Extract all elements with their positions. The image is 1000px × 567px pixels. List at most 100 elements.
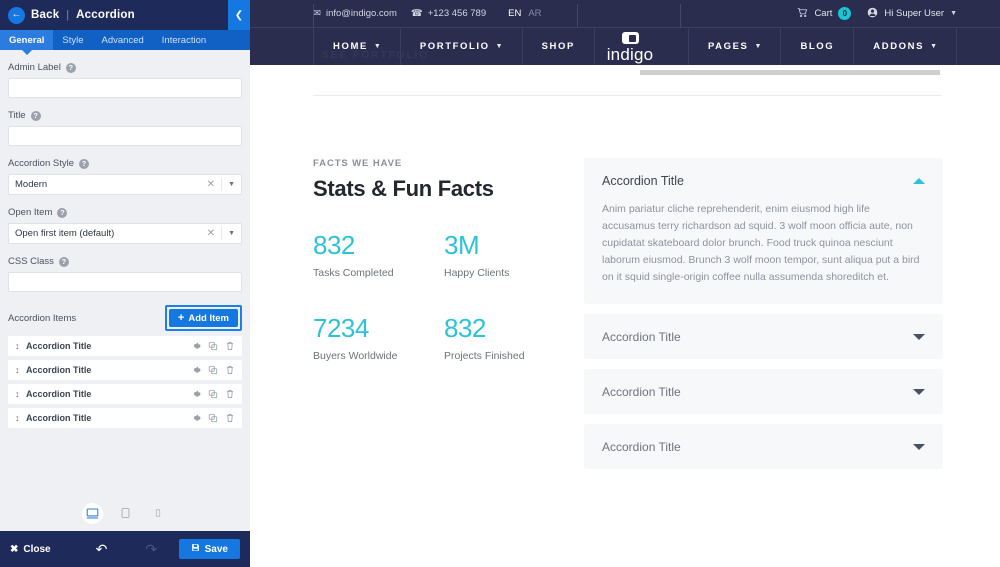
stats-grid: 832 Tasks Completed 3M Happy Clients 723… xyxy=(313,232,575,362)
title-label: Title ? xyxy=(8,110,242,121)
back-arrow-icon[interactable]: ← xyxy=(8,7,25,24)
drag-handle-icon[interactable]: ↕ xyxy=(15,389,26,399)
help-icon[interactable]: ? xyxy=(57,208,67,218)
cart-count-badge: 0 xyxy=(838,7,851,20)
list-item-title: Accordion Title xyxy=(26,341,191,351)
phone-text: +123 456 789 xyxy=(428,8,486,19)
tab-interaction[interactable]: Interaction xyxy=(153,30,215,50)
stat-number: 832 xyxy=(313,232,444,258)
chevron-down-icon[interactable] xyxy=(913,389,925,395)
tablet-icon[interactable] xyxy=(115,503,136,524)
titlebar-separator: | xyxy=(66,9,69,21)
trash-icon[interactable] xyxy=(225,365,235,375)
drag-handle-icon[interactable]: ↕ xyxy=(15,341,26,351)
select-divider xyxy=(221,178,222,191)
email-contact[interactable]: ✉ info@indigo.com xyxy=(313,8,397,19)
list-item[interactable]: ↕ Accordion Title xyxy=(8,336,242,356)
chevron-down-icon[interactable] xyxy=(913,334,925,340)
nav-item-portfolio[interactable]: PORTFOLIO ▼ xyxy=(401,28,523,65)
chevron-left-icon[interactable]: ❮ xyxy=(228,0,250,30)
accordion-title: Accordion Title xyxy=(602,385,681,399)
list-item[interactable]: ↕ Accordion Title xyxy=(8,408,242,428)
duplicate-icon[interactable] xyxy=(208,389,218,399)
stats-heading: Stats & Fun Facts xyxy=(313,176,575,202)
editor-screen: ← Back | Accordion ❮ General Style Advan… xyxy=(0,0,1000,567)
css-class-input[interactable] xyxy=(8,272,242,292)
help-icon[interactable]: ? xyxy=(59,257,69,267)
site-logo[interactable]: indigo xyxy=(578,32,682,65)
logo-text: indigo xyxy=(607,45,654,65)
lang-en[interactable]: EN xyxy=(508,8,521,19)
nav-shop-label: SHOP xyxy=(542,41,575,52)
gear-icon[interactable] xyxy=(191,413,201,423)
close-button[interactable]: ✖ Close xyxy=(10,544,51,555)
floppy-disk-icon xyxy=(191,543,200,555)
open-item-select[interactable]: Open first item (default) ✕ ▼ xyxy=(8,223,242,244)
chevron-down-icon[interactable] xyxy=(913,444,925,450)
help-icon[interactable]: ? xyxy=(79,159,89,169)
chevron-down-icon[interactable]: ▼ xyxy=(228,230,235,237)
main-navigation: SEE PORTFOLIO HOME ▼ PORTFOLIO ▼ SHOP xyxy=(250,27,1000,65)
topbar-divider xyxy=(313,4,314,27)
stat-label: Happy Clients xyxy=(444,267,575,279)
drag-handle-icon[interactable]: ↕ xyxy=(15,365,26,375)
desktop-icon[interactable] xyxy=(82,503,103,524)
accordion-style-select[interactable]: Modern ✕ ▼ xyxy=(8,174,242,195)
phone-contact[interactable]: ☎ +123 456 789 xyxy=(411,8,486,19)
clear-icon[interactable]: ✕ xyxy=(207,228,221,239)
x-icon: ✖ xyxy=(10,544,18,555)
user-menu[interactable]: Hi Super User ▼ xyxy=(867,7,957,21)
accordion-title: Accordion Title xyxy=(602,440,681,454)
chevron-down-icon[interactable]: ▼ xyxy=(228,181,235,188)
mail-icon: ✉ xyxy=(313,8,321,19)
accordion-widget: Accordion Title Anim pariatur cliche rep… xyxy=(584,158,943,479)
mobile-icon[interactable] xyxy=(148,503,169,524)
list-item[interactable]: ↕ Accordion Title xyxy=(8,360,242,380)
trash-icon[interactable] xyxy=(225,341,235,351)
cart-link[interactable]: Cart 0 xyxy=(797,7,851,21)
back-button-label[interactable]: Back xyxy=(31,9,59,21)
lang-ar[interactable]: AR xyxy=(528,8,541,19)
nav-item-home[interactable]: HOME ▼ xyxy=(313,28,401,65)
tab-interaction-label: Interaction xyxy=(162,35,206,46)
duplicate-icon[interactable] xyxy=(208,365,218,375)
save-button-label: Save xyxy=(205,544,228,555)
trash-icon[interactable] xyxy=(225,389,235,399)
accordion-panel-closed[interactable]: Accordion Title xyxy=(584,424,943,469)
gear-icon[interactable] xyxy=(191,389,201,399)
tab-advanced[interactable]: Advanced xyxy=(93,30,153,50)
add-item-button[interactable]: + Add Item xyxy=(169,309,238,327)
duplicate-icon[interactable] xyxy=(208,341,218,351)
admin-label-input[interactable] xyxy=(8,78,242,98)
help-icon[interactable]: ? xyxy=(31,111,41,121)
title-input[interactable] xyxy=(8,126,242,146)
topbar-divider xyxy=(680,4,681,27)
tab-style-label: Style xyxy=(62,35,83,46)
redo-icon[interactable]: ↷ xyxy=(145,541,157,558)
gear-icon[interactable] xyxy=(191,365,201,375)
nav-item-addons[interactable]: ADDONS ▼ xyxy=(854,28,957,65)
nav-home-label: HOME xyxy=(333,41,368,52)
tab-general[interactable]: General xyxy=(0,30,53,50)
tab-style[interactable]: Style xyxy=(53,30,92,50)
nav-item-blog[interactable]: BLOG xyxy=(781,28,854,65)
accordion-panel-closed[interactable]: Accordion Title xyxy=(584,369,943,414)
chevron-up-icon[interactable] xyxy=(913,178,925,184)
gear-icon[interactable] xyxy=(191,341,201,351)
accordion-header[interactable]: Accordion Title xyxy=(602,174,925,188)
trash-icon[interactable] xyxy=(225,413,235,423)
field-admin-label: Admin Label ? xyxy=(8,62,242,98)
duplicate-icon[interactable] xyxy=(208,413,218,423)
drag-handle-icon[interactable]: ↕ xyxy=(15,413,26,423)
clear-icon[interactable]: ✕ xyxy=(207,179,221,190)
nav-item-pages[interactable]: PAGES ▼ xyxy=(688,28,782,65)
field-css-class: CSS Class ? xyxy=(8,256,242,292)
accordion-panel-open[interactable]: Accordion Title Anim pariatur cliche rep… xyxy=(584,158,943,304)
stats-section: FACTS WE HAVE Stats & Fun Facts 832 Task… xyxy=(313,158,575,362)
list-item-title: Accordion Title xyxy=(26,413,191,423)
help-icon[interactable]: ? xyxy=(66,63,76,73)
accordion-panel-closed[interactable]: Accordion Title xyxy=(584,314,943,359)
save-button[interactable]: Save xyxy=(179,539,240,559)
list-item[interactable]: ↕ Accordion Title xyxy=(8,384,242,404)
undo-icon[interactable]: ↶ xyxy=(96,541,108,558)
